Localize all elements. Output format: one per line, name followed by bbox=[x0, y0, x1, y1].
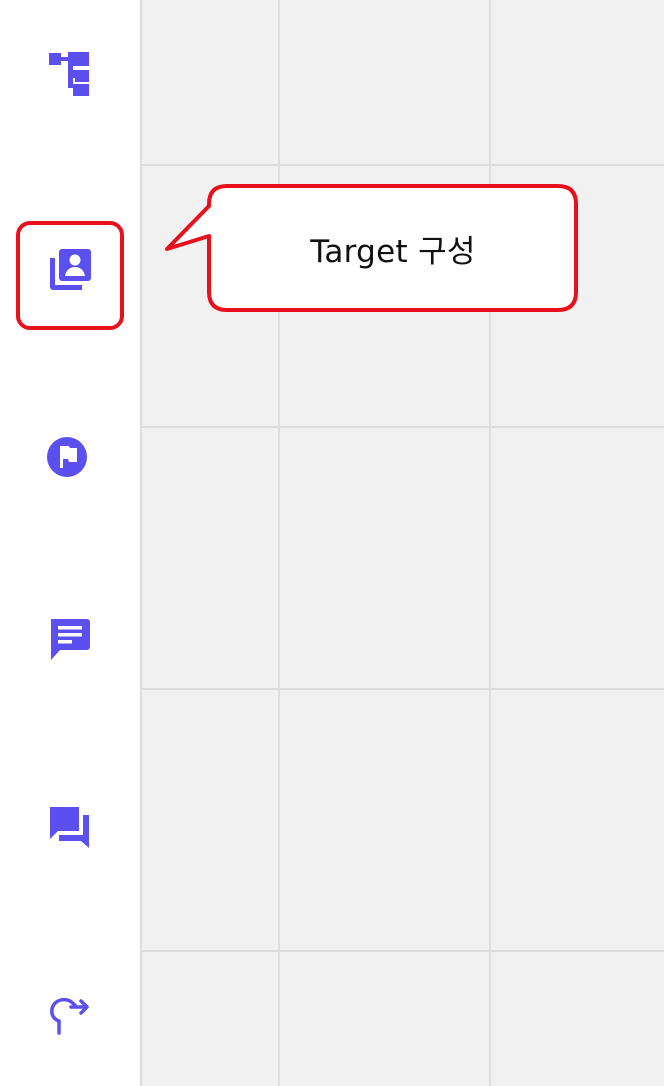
grid-line bbox=[489, 0, 491, 1086]
sidebar bbox=[0, 0, 142, 1086]
grid-line bbox=[142, 688, 664, 690]
forum-icon bbox=[45, 803, 95, 853]
grid-line bbox=[142, 950, 664, 952]
hierarchy-icon bbox=[45, 48, 95, 98]
message-icon bbox=[45, 615, 95, 665]
target-contacts-icon bbox=[45, 245, 95, 295]
grid-line bbox=[142, 426, 664, 428]
sidebar-item-hierarchy[interactable] bbox=[0, 33, 140, 113]
sidebar-item-forum[interactable] bbox=[0, 788, 140, 868]
grid-line bbox=[278, 0, 280, 1086]
callout-text: Target 구성 bbox=[310, 233, 476, 270]
flag-circle-icon bbox=[45, 433, 95, 483]
callout-tooltip: Target 구성 bbox=[155, 178, 585, 318]
grid-line bbox=[142, 164, 664, 166]
sidebar-item-flag[interactable] bbox=[0, 418, 140, 498]
redirect-arrow-icon bbox=[45, 987, 95, 1037]
sidebar-item-message[interactable] bbox=[0, 600, 140, 680]
sidebar-item-redirect[interactable] bbox=[0, 972, 140, 1052]
sidebar-item-target[interactable] bbox=[0, 230, 140, 310]
grid-canvas[interactable] bbox=[142, 0, 664, 1086]
